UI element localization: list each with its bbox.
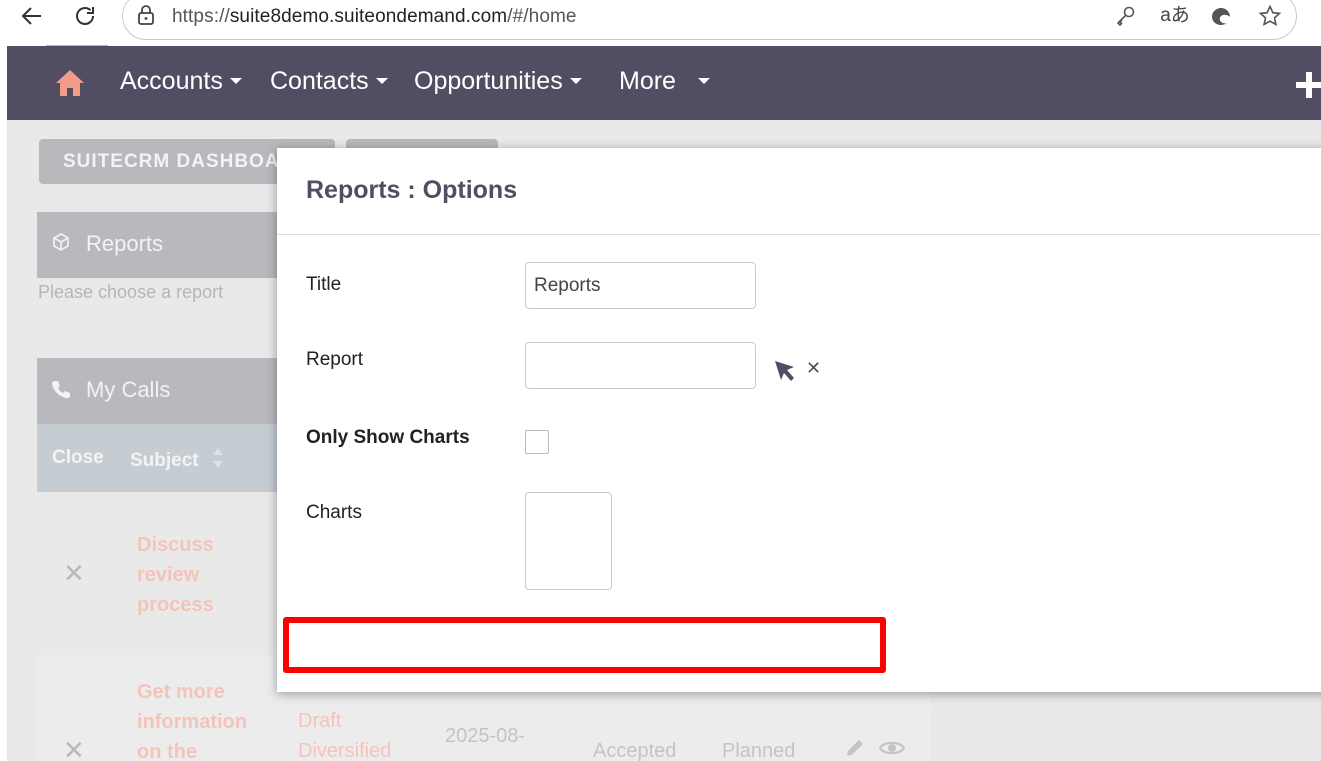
phone-icon bbox=[51, 379, 73, 401]
pencil-icon[interactable] bbox=[844, 737, 866, 761]
call-status: Planned bbox=[722, 740, 796, 761]
chevron-down-icon bbox=[375, 77, 388, 84]
modal-title: Reports : Options bbox=[306, 176, 518, 204]
calls-dashlet-header: My Calls bbox=[37, 358, 297, 424]
calls-dashlet-title: My Calls bbox=[86, 377, 171, 402]
nav-accounts[interactable]: Accounts bbox=[120, 67, 242, 96]
key-icon[interactable] bbox=[1114, 4, 1138, 28]
column-close[interactable]: Close bbox=[52, 447, 104, 469]
edge-icon[interactable] bbox=[1209, 4, 1233, 28]
nav-more[interactable]: More bbox=[619, 67, 710, 96]
reports-dashlet-header: Reports bbox=[37, 212, 297, 278]
only-show-charts-label: Only Show Charts bbox=[306, 427, 470, 448]
call-subject-link[interactable]: Discuss review process bbox=[137, 530, 257, 620]
back-icon[interactable] bbox=[20, 4, 44, 28]
charts-listbox[interactable] bbox=[525, 492, 612, 590]
refresh-icon[interactable] bbox=[73, 4, 97, 28]
title-label: Title bbox=[306, 274, 342, 295]
report-input[interactable] bbox=[525, 342, 756, 389]
chevron-down-icon bbox=[569, 77, 582, 84]
chevron-down-icon bbox=[229, 77, 242, 84]
close-icon[interactable]: ✕ bbox=[63, 558, 85, 589]
plus-icon[interactable] bbox=[1294, 70, 1321, 100]
only-show-charts-checkbox[interactable] bbox=[525, 430, 549, 454]
reports-dashlet-title: Reports bbox=[86, 231, 164, 256]
accept-status: Accepted bbox=[593, 740, 677, 761]
lock-icon[interactable] bbox=[134, 4, 158, 28]
reports-options-modal bbox=[277, 148, 1321, 692]
charts-label: Charts bbox=[306, 502, 362, 523]
report-label: Report bbox=[306, 349, 364, 370]
highlight-box bbox=[283, 617, 886, 673]
chevron-down-icon bbox=[697, 77, 710, 84]
close-icon[interactable]: ✕ bbox=[63, 735, 85, 761]
call-date: 2025-08- bbox=[445, 725, 526, 747]
title-input[interactable] bbox=[525, 262, 756, 309]
home-icon[interactable] bbox=[55, 68, 85, 98]
nav-contacts[interactable]: Contacts bbox=[270, 67, 388, 96]
url-text[interactable]: https://suite8demo.suiteondemand.com/#/h… bbox=[172, 6, 577, 28]
sort-icon bbox=[212, 447, 224, 475]
related-link[interactable]: Draft Diversified bbox=[298, 706, 418, 761]
column-subject[interactable]: Subject bbox=[130, 447, 224, 475]
translate-icon[interactable]: aあ bbox=[1160, 4, 1190, 28]
star-icon[interactable] bbox=[1258, 4, 1282, 28]
clear-icon[interactable]: ✕ bbox=[806, 358, 821, 379]
eye-icon[interactable] bbox=[878, 738, 906, 761]
nav-opportunities[interactable]: Opportunities bbox=[414, 67, 582, 96]
select-arrow-icon[interactable] bbox=[774, 360, 796, 382]
reports-hint: Please choose a report bbox=[38, 282, 224, 302]
modal-divider bbox=[277, 234, 1321, 235]
cube-icon bbox=[51, 232, 73, 254]
call-subject-link[interactable]: Get more information on the bbox=[137, 677, 262, 761]
